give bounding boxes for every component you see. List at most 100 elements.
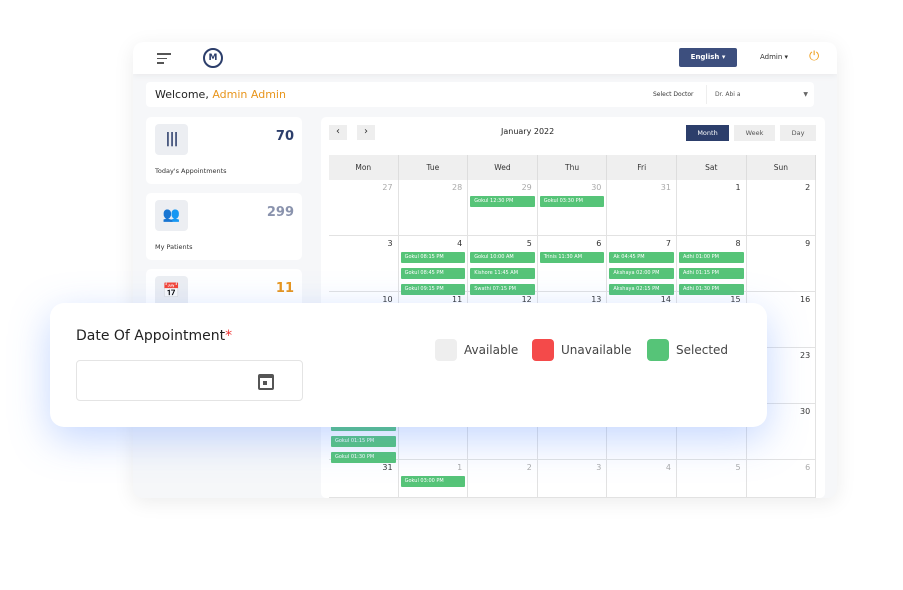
patients-icon: 👥 bbox=[155, 200, 188, 231]
language-label: English bbox=[690, 53, 720, 61]
stat-card[interactable]: ||| 70 Today's Appointments bbox=[146, 117, 302, 184]
day-number: 16 bbox=[800, 295, 811, 304]
day-number: 4 bbox=[665, 463, 671, 472]
chevron-down-icon: ▼ bbox=[803, 91, 808, 98]
app-window: M English ▾ Admin ▾ ⏻ Welcome, Admin Adm… bbox=[133, 42, 837, 498]
weekday-header: Sat bbox=[677, 155, 747, 180]
weekday-header: Mon bbox=[329, 155, 399, 180]
view-month-button[interactable]: Month bbox=[686, 125, 729, 141]
calendar-day[interactable]: 3 bbox=[329, 236, 399, 292]
appointment-event[interactable]: Adhi 01:00 PM bbox=[679, 252, 744, 263]
day-number: 6 bbox=[596, 239, 602, 248]
calendar-day[interactable]: 2 bbox=[746, 180, 817, 236]
calendar-day[interactable]: 3 bbox=[537, 460, 608, 498]
user-menu[interactable]: Admin ▾ bbox=[760, 53, 788, 61]
user-name: Admin bbox=[760, 53, 783, 61]
calendar-icon[interactable] bbox=[258, 374, 274, 390]
appointment-event[interactable]: Adhi 01:15 PM bbox=[679, 268, 744, 279]
calendar-day[interactable]: 28 bbox=[398, 180, 469, 236]
calendar-day[interactable]: 9 bbox=[746, 236, 817, 292]
day-number: 30 bbox=[591, 183, 602, 192]
legend-item: Available bbox=[435, 339, 518, 361]
day-number: 2 bbox=[805, 183, 811, 192]
view-week-button[interactable]: Week bbox=[734, 125, 775, 141]
day-number: 3 bbox=[596, 463, 602, 472]
calendar-day[interactable]: 29 Gokul 12:30 PM bbox=[468, 180, 538, 236]
welcome-bar: Welcome, Admin Admin Select Doctor Dr. A… bbox=[146, 82, 814, 107]
weekday-header: Tue bbox=[398, 155, 469, 180]
top-header: M English ▾ Admin ▾ ⏻ bbox=[133, 42, 837, 74]
appointment-event[interactable]: Gokul 08:45 PM bbox=[400, 268, 466, 279]
day-number: 1 bbox=[457, 463, 463, 472]
day-number: 27 bbox=[382, 183, 393, 192]
calendar-day[interactable]: 5 bbox=[677, 460, 747, 498]
legend-label: Selected bbox=[676, 343, 729, 357]
day-number: 29 bbox=[521, 183, 532, 192]
day-number: 1 bbox=[735, 183, 741, 192]
calendar-day[interactable]: 8 Adhi 01:00 PM Adhi 01:15 PM Adhi 01:30 PM bbox=[677, 236, 747, 295]
appointment-event[interactable]: Gokul 10:00 AM bbox=[470, 252, 535, 263]
power-icon[interactable]: ⏻ bbox=[809, 49, 819, 64]
logo: M bbox=[203, 48, 223, 68]
calendar-day[interactable]: 7 Ak 04:45 PM Akshaya 02:00 PM Akshaya 02:1… bbox=[607, 236, 677, 295]
calendar-day[interactable]: 1 Gokul 03:00 PM bbox=[398, 460, 469, 498]
user-name: Admin Admin bbox=[212, 88, 286, 101]
calendar-day[interactable]: 6 Trinis 11:30 AM bbox=[537, 236, 608, 292]
weekday-header: Thu bbox=[537, 155, 608, 180]
doctor-select[interactable]: Dr. Abi a ▼ bbox=[706, 85, 814, 104]
day-number: 9 bbox=[805, 239, 811, 248]
legend-swatch bbox=[435, 339, 457, 361]
day-number: 8 bbox=[735, 239, 741, 248]
language-dropdown[interactable]: English ▾ bbox=[679, 48, 737, 67]
day-number: 2 bbox=[526, 463, 532, 472]
day-number: 4 bbox=[457, 239, 463, 248]
legend-label: Available bbox=[464, 343, 519, 357]
calendar-day[interactable]: 30 Gokul 03:30 PM bbox=[537, 180, 608, 236]
day-number: 3 bbox=[387, 239, 393, 248]
stat-value: 70 bbox=[275, 129, 294, 144]
stat-value: 299 bbox=[266, 205, 294, 220]
weekday-header: Wed bbox=[468, 155, 538, 180]
calendar-day[interactable]: 31 bbox=[607, 180, 677, 236]
prev-month-button[interactable]: ‹ bbox=[329, 125, 347, 140]
calendar-day[interactable]: 2 bbox=[468, 460, 538, 498]
bar-chart-icon: ||| bbox=[155, 124, 188, 155]
calendar-day[interactable]: 5 Gokul 10:00 AM Kishore 11:45 AM Swathi 07… bbox=[468, 236, 538, 295]
appointment-event[interactable]: Gokul 03:30 PM bbox=[539, 196, 605, 207]
legend-item: Selected bbox=[647, 339, 728, 361]
calendar-title: January 2022 bbox=[501, 127, 555, 136]
appointment-event[interactable]: Kishore 11:45 AM bbox=[470, 268, 535, 279]
appointment-event[interactable]: Ak 04:45 PM bbox=[609, 252, 674, 263]
welcome-text: Welcome, Admin Admin bbox=[155, 88, 286, 101]
stat-label: My Patients bbox=[155, 243, 193, 251]
appointment-event[interactable]: Gokul 01:15 PM bbox=[331, 436, 396, 447]
calendar-day[interactable]: 6 bbox=[746, 460, 817, 498]
day-number: 31 bbox=[660, 183, 671, 192]
day-number: 23 bbox=[800, 351, 811, 360]
weekday-header: Sun bbox=[746, 155, 817, 180]
legend-swatch bbox=[532, 339, 554, 361]
calendar-day[interactable]: 1 bbox=[677, 180, 747, 236]
calendar-day[interactable]: 31 bbox=[329, 460, 399, 498]
appointment-event[interactable]: Trinis 11:30 AM bbox=[539, 252, 605, 263]
date-of-appointment-input[interactable] bbox=[76, 360, 303, 401]
appointment-event[interactable]: Akshaya 02:00 PM bbox=[609, 268, 674, 279]
appointment-event[interactable]: Gokul 03:00 PM bbox=[400, 476, 466, 487]
stat-card[interactable]: 👥 299 My Patients bbox=[146, 193, 302, 260]
appointment-event[interactable]: Gokul 12:30 PM bbox=[470, 196, 535, 207]
view-day-button[interactable]: Day bbox=[780, 125, 816, 141]
appointment-date-card: Date Of Appointment* Available Unavailabl… bbox=[50, 303, 767, 427]
calendar-day[interactable]: 27 bbox=[329, 180, 399, 236]
calendar-day[interactable]: 4 bbox=[607, 460, 677, 498]
day-number: 7 bbox=[665, 239, 671, 248]
legend-item: Unavailable bbox=[532, 339, 632, 361]
next-month-button[interactable]: › bbox=[357, 125, 375, 140]
day-number: 6 bbox=[805, 463, 811, 472]
select-doctor-label: Select Doctor bbox=[653, 91, 694, 98]
appointment-event[interactable]: Gokul 08:15 PM bbox=[400, 252, 466, 263]
legend-swatch bbox=[647, 339, 669, 361]
menu-icon[interactable] bbox=[157, 53, 171, 67]
stat-label: Today's Appointments bbox=[155, 167, 227, 175]
calendar-day[interactable]: 4 Gokul 08:15 PM Gokul 08:45 PM Gokul 09:15… bbox=[398, 236, 469, 295]
day-number: 31 bbox=[382, 463, 393, 472]
